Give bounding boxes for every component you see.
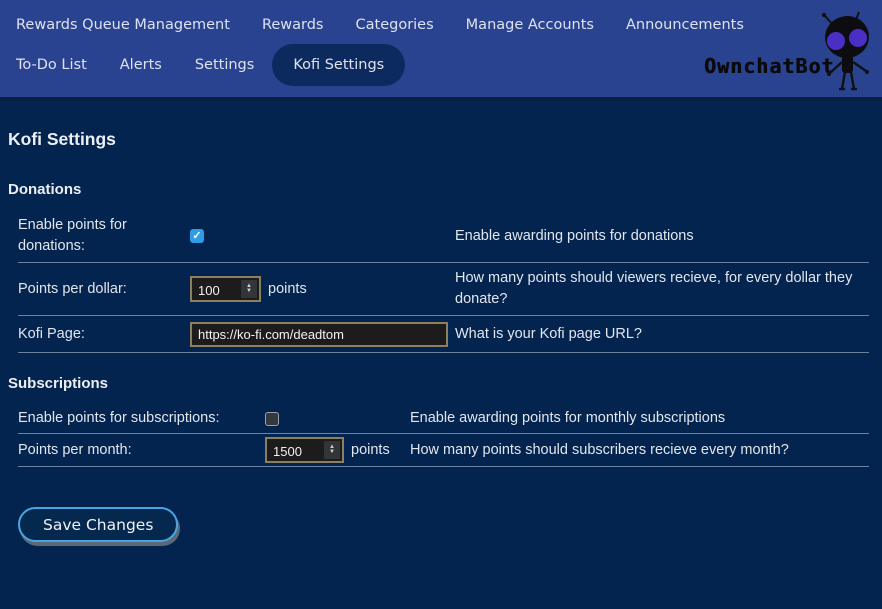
enable-donations-checkbox[interactable]: ✓ [190,229,204,243]
main-content: Kofi Settings Donations Enable points fo… [0,129,882,542]
points-per-dollar-spinner[interactable]: ▲ ▼ [240,280,257,298]
points-per-month-value: 1500 [267,439,323,461]
nav-item-manage-accounts[interactable]: Manage Accounts [466,17,594,33]
kofi-page-input[interactable] [190,322,448,347]
ownchatbot-logo: OwnchatBot [698,8,878,96]
settings-row-enable-donations: Enable points for donations: ✓ Enable aw… [18,210,869,263]
kofi-page-label: Kofi Page: [18,324,190,345]
settings-row-enable-subscriptions: Enable points for subscriptions: ✓ Enabl… [18,404,869,434]
settings-row-points-per-dollar: Points per dollar: 100 ▲ ▼ points How ma… [18,263,869,316]
nav-item-rewards[interactable]: Rewards [262,17,324,33]
spinner-down-icon: ▼ [329,450,335,455]
top-navigation: Rewards Queue Management Rewards Categor… [0,0,882,101]
settings-row-points-per-month: Points per month: 1500 ▲ ▼ points How ma… [18,434,869,467]
robot-mascot-icon [818,10,876,94]
spinner-down-icon: ▼ [246,289,252,294]
nav-item-settings[interactable]: Settings [195,57,254,73]
points-per-month-label: Points per month: [18,440,265,461]
donations-section-heading: Donations [8,181,869,198]
points-per-month-description: How many points should subscribers recie… [410,440,869,461]
subscriptions-settings-table: Enable points for subscriptions: ✓ Enabl… [18,404,869,467]
points-per-month-spinner[interactable]: ▲ ▼ [323,441,340,459]
enable-subscriptions-label: Enable points for subscriptions: [18,408,265,429]
enable-donations-label: Enable points for donations: [18,215,190,257]
subscriptions-section-heading: Subscriptions [8,375,869,392]
nav-item-todo-list[interactable]: To-Do List [16,57,87,73]
points-per-dollar-input[interactable]: 100 ▲ ▼ [190,276,261,302]
points-per-dollar-description: How many points should viewers recieve, … [455,268,869,310]
checkmark-icon: ✓ [192,231,201,242]
kofi-page-description: What is your Kofi page URL? [455,324,869,345]
enable-subscriptions-checkbox[interactable]: ✓ [265,412,279,426]
points-per-dollar-label: Points per dollar: [18,279,190,300]
logo-wordmark: OwnchatBot [704,54,834,78]
points-per-dollar-suffix: points [268,279,307,300]
points-per-month-suffix: points [351,440,390,461]
enable-subscriptions-description: Enable awarding points for monthly subsc… [410,408,869,429]
enable-donations-description: Enable awarding points for donations [455,226,869,247]
page-title: Kofi Settings [8,129,869,150]
settings-row-kofi-page: Kofi Page: What is your Kofi page URL? [18,316,869,353]
points-per-dollar-value: 100 [192,278,240,300]
nav-item-kofi-settings-label: Kofi Settings [293,57,384,73]
points-per-month-input[interactable]: 1500 ▲ ▼ [265,437,344,463]
nav-item-kofi-settings-active[interactable]: Kofi Settings [272,44,405,86]
save-changes-button[interactable]: Save Changes [18,507,178,542]
nav-item-rewards-queue-management[interactable]: Rewards Queue Management [16,17,230,33]
nav-item-alerts[interactable]: Alerts [120,57,162,73]
nav-item-categories[interactable]: Categories [356,17,434,33]
donations-settings-table: Enable points for donations: ✓ Enable aw… [18,210,869,353]
